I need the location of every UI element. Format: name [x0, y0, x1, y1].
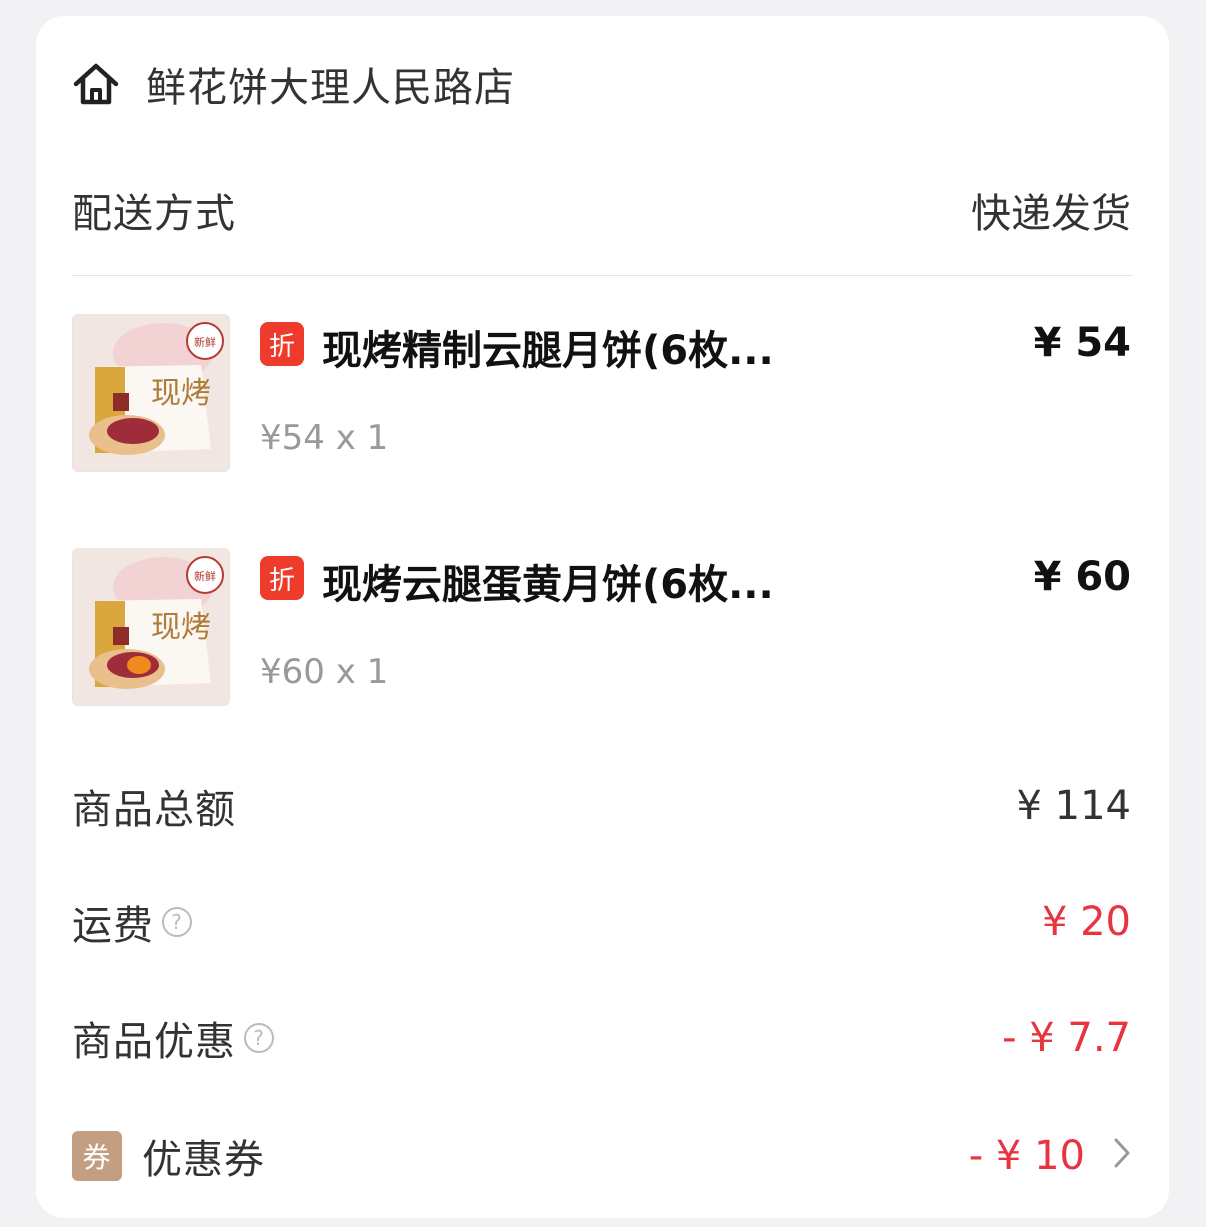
svg-text:现烤: 现烤: [151, 376, 211, 411]
product-unit-qty: ¥60 x 1: [260, 652, 389, 692]
discount-tag: 折: [260, 322, 304, 366]
subtotal-value: ¥ 114: [1016, 783, 1131, 829]
shipping-row: 运费 ? ¥ 20: [72, 894, 1131, 950]
coupon-badge-icon: 券: [72, 1131, 122, 1181]
subtotal-row: 商品总额 ¥ 114: [72, 778, 1131, 834]
help-icon[interactable]: ?: [162, 907, 192, 937]
coupon-row[interactable]: 券 优惠券 - ¥ 10: [72, 1128, 1131, 1184]
delivery-method-row[interactable]: 配送方式 快递发货: [72, 182, 1131, 238]
product-image: 新鲜 现烤: [72, 314, 230, 472]
discount-label-wrap: 商品优惠 ?: [72, 1009, 274, 1067]
product-name: 现烤云腿蛋黄月饼(6枚...: [322, 562, 774, 608]
product-item[interactable]: 新鲜 现烤 折 现烤云腿蛋黄月饼(6枚... ¥ 60 ¥60 x 1: [72, 548, 1131, 708]
product-item[interactable]: 新鲜 现烤 折 现烤精制云腿月饼(6枚... ¥ 54 ¥54 x 1: [72, 314, 1131, 474]
shipping-label: 运费: [72, 903, 154, 949]
svg-text:新鲜: 新鲜: [194, 569, 216, 583]
discount-label: 商品优惠: [72, 1019, 236, 1065]
discount-row: 商品优惠 ? - ¥ 7.7: [72, 1010, 1131, 1066]
shipping-label-wrap: 运费 ?: [72, 893, 192, 951]
product-unit-qty: ¥54 x 1: [260, 418, 389, 458]
coupon-value-wrap: - ¥ 10: [969, 1133, 1131, 1179]
chevron-right-icon[interactable]: [1113, 1133, 1131, 1179]
store-name: 鲜花饼大理人民路店: [146, 65, 515, 111]
product-name: 现烤精制云腿月饼(6枚...: [322, 328, 774, 374]
coupon-value: - ¥ 10: [968, 1133, 1085, 1179]
coupon-label-wrap: 券 优惠券: [72, 1127, 265, 1185]
product-price: ¥ 54: [1033, 320, 1131, 366]
store-header[interactable]: 鲜花饼大理人民路店: [72, 56, 515, 112]
svg-text:现烤: 现烤: [151, 610, 211, 645]
shipping-value: ¥ 20: [1041, 899, 1131, 945]
subtotal-label: 商品总额: [72, 787, 236, 833]
delivery-method-label: 配送方式: [72, 191, 236, 237]
order-card: 鲜花饼大理人民路店 配送方式 快递发货 新鲜 现烤 折 现烤精制云腿月饼(6枚.…: [36, 16, 1169, 1218]
delivery-method-value: 快递发货: [971, 191, 1131, 237]
help-icon[interactable]: ?: [244, 1023, 274, 1053]
svg-text:新鲜: 新鲜: [194, 335, 216, 349]
discount-tag: 折: [260, 556, 304, 600]
discount-value: - ¥ 7.7: [1002, 1015, 1131, 1061]
product-price: ¥ 60: [1033, 554, 1131, 600]
coupon-label: 优惠券: [142, 1137, 265, 1183]
home-icon: [72, 62, 120, 106]
product-image: 新鲜 现烤: [72, 548, 230, 706]
divider: [72, 275, 1133, 276]
